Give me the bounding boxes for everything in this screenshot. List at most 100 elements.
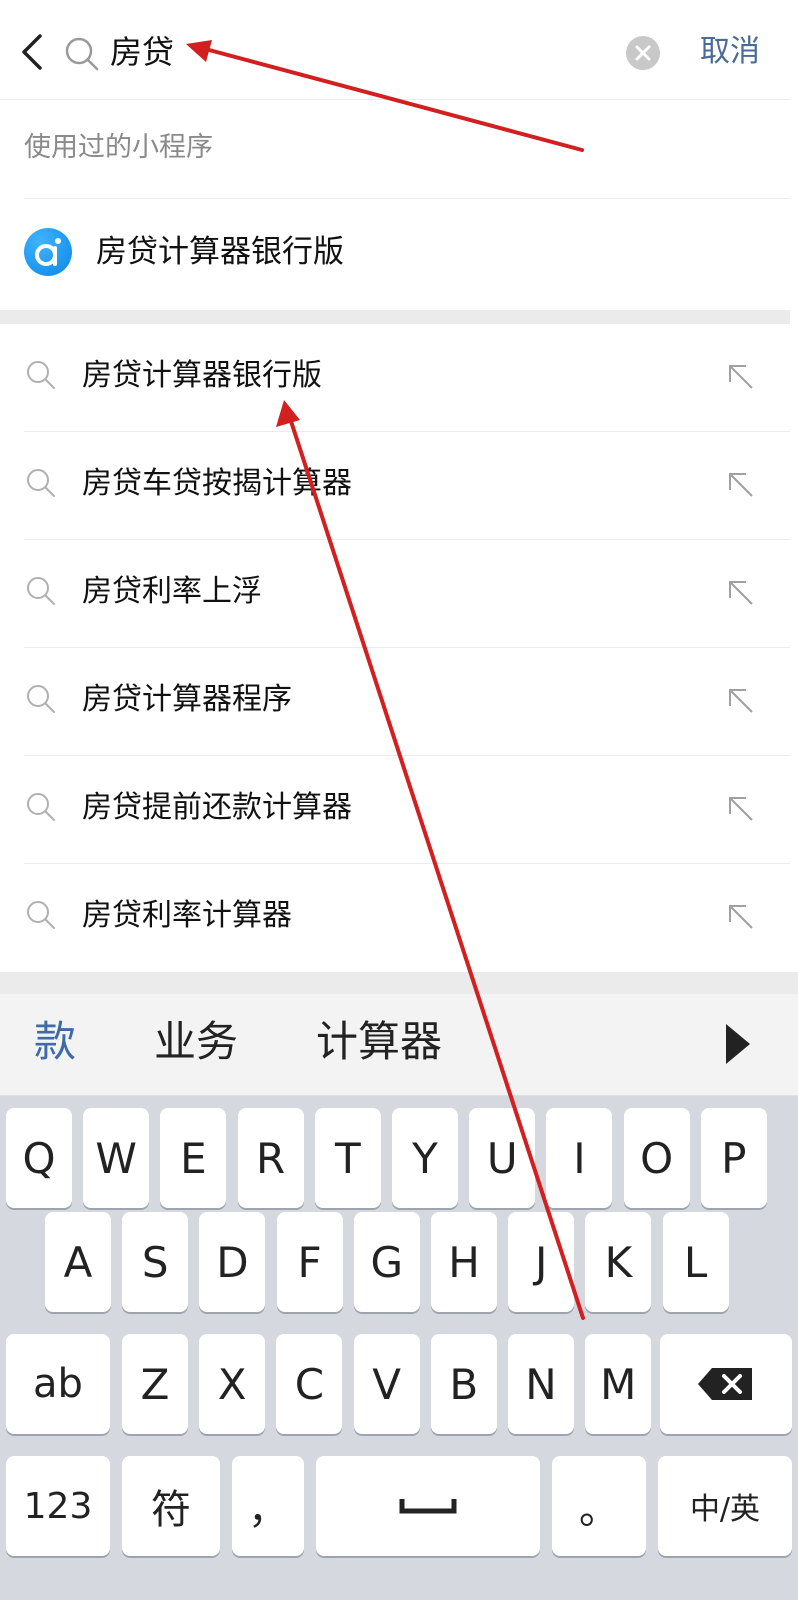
key-k[interactable]: K (585, 1212, 652, 1312)
key-b[interactable]: B (430, 1334, 497, 1434)
key-g[interactable]: G (353, 1212, 420, 1312)
key-label: T (334, 1133, 361, 1183)
numbers-key[interactable]: 123 (6, 1456, 110, 1556)
arrow-up-left-icon[interactable] (722, 358, 758, 394)
more-candidates-button[interactable] (722, 1020, 754, 1068)
search-header: 房贷 取消 (0, 0, 790, 100)
key-label: Q (22, 1133, 56, 1183)
mini-program-logo-icon (24, 228, 72, 276)
key-label: L (683, 1237, 708, 1287)
key-q[interactable]: Q (6, 1108, 72, 1208)
key-d[interactable]: D (199, 1212, 266, 1312)
magnifier-icon (62, 34, 102, 74)
key-label: 符 (151, 1487, 191, 1533)
key-a[interactable]: A (45, 1212, 111, 1312)
candidate-word[interactable]: 款 (34, 1014, 76, 1070)
key-f[interactable]: F (276, 1212, 343, 1312)
key-v[interactable]: V (353, 1334, 420, 1434)
section-gap (0, 310, 790, 324)
key-o[interactable]: O (623, 1108, 690, 1208)
search-page: 房贷 取消 使用过的小程序 房贷计算器银行版 房贷计算器银行版 房贷车贷按揭计算… (0, 0, 798, 1600)
key-label: Y (412, 1133, 438, 1183)
clear-button[interactable] (626, 36, 660, 70)
key-label: 123 (23, 1485, 93, 1527)
key-label: V (372, 1359, 401, 1409)
suggestion-item[interactable]: 房贷提前还款计算器 (0, 756, 790, 864)
key-label: ab (33, 1361, 83, 1407)
key-case-toggle[interactable]: ab (6, 1334, 110, 1434)
key-label: 。 (579, 1487, 619, 1533)
key-label: H (448, 1237, 480, 1287)
language-switch-key[interactable]: 中/英 (658, 1456, 792, 1556)
key-label: U (486, 1133, 518, 1183)
clear-circle-icon (635, 45, 651, 61)
arrow-up-left-icon[interactable] (722, 574, 758, 610)
key-label: X (217, 1359, 247, 1409)
mini-program-item[interactable]: 房贷计算器银行版 (0, 100, 790, 276)
key-y[interactable]: Y (392, 1108, 458, 1208)
key-r[interactable]: R (237, 1108, 304, 1208)
suggestion-item[interactable]: 房贷车贷按揭计算器 (0, 432, 790, 540)
period-key[interactable]: 。 (552, 1456, 646, 1556)
space-bar-icon (399, 1499, 457, 1514)
key-p[interactable]: P (700, 1108, 767, 1208)
key-label: B (449, 1359, 479, 1409)
key-label: O (640, 1133, 674, 1183)
key-x[interactable]: X (199, 1334, 266, 1434)
key-label: ， (248, 1487, 288, 1533)
key-j[interactable]: J (508, 1212, 575, 1312)
back-button[interactable] (16, 30, 52, 74)
suggestion-item[interactable]: 房贷利率上浮 (0, 540, 790, 648)
section-gap (0, 972, 798, 994)
key-t[interactable]: T (314, 1108, 381, 1208)
key-label: J (534, 1237, 548, 1287)
key-l[interactable]: L (662, 1212, 729, 1312)
key-label: W (95, 1133, 137, 1183)
key-label: A (63, 1237, 93, 1287)
search-input[interactable]: 房贷 (110, 28, 174, 76)
suggestion-text: 房贷计算器银行版 (82, 358, 322, 393)
key-i[interactable]: I (546, 1108, 613, 1208)
suggestion-text: 房贷计算器程序 (82, 682, 292, 717)
key-n[interactable]: N (508, 1334, 574, 1434)
candidate-word[interactable]: 计算器 (316, 1014, 442, 1070)
key-h[interactable]: H (431, 1212, 497, 1312)
comma-key[interactable]: ， (232, 1456, 304, 1556)
symbols-key[interactable]: 符 (122, 1456, 220, 1556)
cancel-button[interactable]: 取消 (700, 30, 760, 74)
arrow-up-left-icon[interactable] (722, 466, 758, 502)
chevron-left-icon (22, 34, 42, 70)
suggestion-text: 房贷利率上浮 (82, 574, 262, 609)
key-e[interactable]: E (160, 1108, 227, 1208)
key-label: S (141, 1237, 169, 1287)
key-label: R (256, 1133, 286, 1183)
suggestion-item[interactable]: 房贷计算器银行版 (0, 324, 790, 432)
arrow-up-left-icon[interactable] (722, 790, 758, 826)
suggestion-text: 房贷车贷按揭计算器 (82, 466, 352, 501)
magnifier-icon (24, 790, 58, 824)
key-z[interactable]: Z (122, 1334, 188, 1434)
backspace-icon (698, 1368, 752, 1400)
arrow-up-left-icon[interactable] (722, 682, 758, 718)
key-label: M (600, 1359, 637, 1409)
key-label: G (370, 1237, 404, 1287)
key-label: K (604, 1237, 633, 1287)
key-label: C (294, 1359, 325, 1409)
key-u[interactable]: U (469, 1108, 536, 1208)
space-key[interactable] (316, 1456, 540, 1556)
key-w[interactable]: W (83, 1108, 150, 1208)
key-c[interactable]: C (276, 1334, 343, 1434)
key-label: D (216, 1237, 249, 1287)
suggestion-text: 房贷利率计算器 (82, 898, 292, 933)
backspace-key[interactable] (660, 1334, 792, 1434)
key-m[interactable]: M (585, 1334, 652, 1434)
key-s[interactable]: S (122, 1212, 189, 1312)
candidate-word[interactable]: 业务 (154, 1014, 238, 1070)
suggestion-item[interactable]: 房贷利率计算器 (0, 864, 790, 972)
suggestion-item[interactable]: 房贷计算器程序 (0, 648, 790, 756)
suggestion-text: 房贷提前还款计算器 (82, 790, 352, 825)
arrow-up-left-icon[interactable] (722, 898, 758, 934)
ime-candidate-bar: 款 业务 计算器 (0, 994, 798, 1096)
magnifier-icon (24, 574, 58, 608)
key-label: E (180, 1133, 207, 1183)
